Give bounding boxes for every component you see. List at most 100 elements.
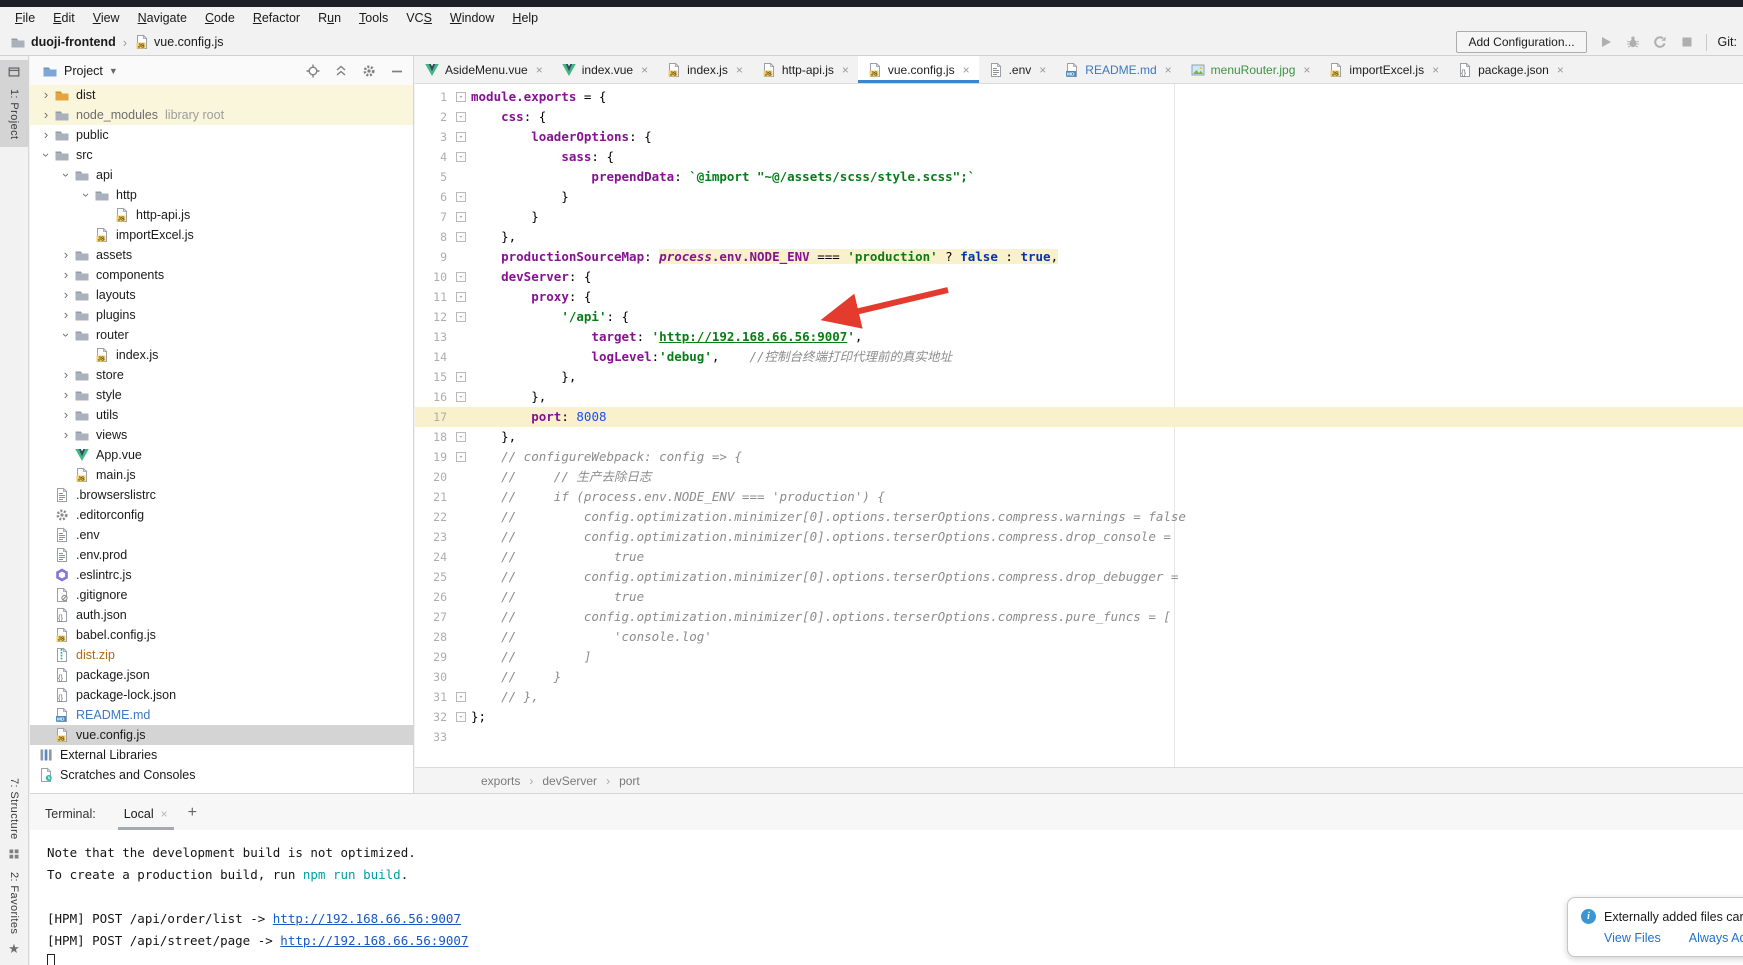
fold-gutter[interactable]: - <box>451 232 471 242</box>
fold-gutter[interactable]: - <box>451 392 471 402</box>
stripe-tab-favorites-label[interactable]: 2: Favorites <box>8 872 20 934</box>
structure-tool-icon[interactable] <box>8 847 20 865</box>
editor-tab-http-api-js[interactable]: JShttp-api.js× <box>752 56 858 83</box>
fold-gutter[interactable]: - <box>451 712 471 722</box>
favorites-star-icon[interactable]: ★ <box>8 941 20 957</box>
stop-icon[interactable] <box>1679 34 1695 50</box>
tree-item-layouts[interactable]: ›layouts <box>30 285 413 305</box>
fold-gutter[interactable]: - <box>451 192 471 202</box>
tree-item-views[interactable]: ›views <box>30 425 413 445</box>
tree-item-babel-config-js[interactable]: JSbabel.config.js <box>30 625 413 645</box>
tree-chevron-icon[interactable]: › <box>58 407 74 423</box>
terminal-output[interactable]: Note that the development build is not o… <box>30 830 1743 965</box>
fold-gutter[interactable]: - <box>451 692 471 702</box>
fold-marker[interactable]: - <box>456 152 466 162</box>
tree-chevron-icon[interactable]: › <box>58 247 74 263</box>
stripe-tab-structure-label[interactable]: 7: Structure <box>8 778 20 840</box>
tree-chevron-icon[interactable]: › <box>78 187 94 203</box>
menu-item-refactor[interactable]: Refactor <box>244 9 309 27</box>
fold-marker[interactable]: - <box>456 432 466 442</box>
tree-chevron-icon[interactable]: › <box>58 307 74 323</box>
breadcrumb-item-exports[interactable]: exports <box>481 774 520 788</box>
git-branch-widget[interactable]: Git: <box>1718 35 1739 49</box>
add-configuration-button[interactable]: Add Configuration... <box>1456 31 1586 53</box>
tree-item-importexcel-js[interactable]: JSimportExcel.js <box>30 225 413 245</box>
tree-chevron-icon[interactable]: › <box>58 167 74 183</box>
settings-gear-icon[interactable] <box>361 63 377 79</box>
close-icon[interactable]: × <box>536 63 543 77</box>
editor-tab-importexcel-js[interactable]: JSimportExcel.js× <box>1319 56 1448 83</box>
menu-item-view[interactable]: View <box>84 9 129 27</box>
menu-item-navigate[interactable]: Navigate <box>129 9 196 27</box>
tree-chevron-icon[interactable]: › <box>58 267 74 283</box>
fold-gutter[interactable]: - <box>451 212 471 222</box>
tree-chevron-icon[interactable]: › <box>58 427 74 443</box>
fold-gutter[interactable]: - <box>451 372 471 382</box>
close-icon[interactable]: × <box>161 807 168 821</box>
tree-item-src[interactable]: ›src <box>30 145 413 165</box>
fold-marker[interactable]: - <box>456 712 466 722</box>
fold-marker[interactable]: - <box>456 272 466 282</box>
menu-item-file[interactable]: File <box>6 9 44 27</box>
tree-item-components[interactable]: ›components <box>30 265 413 285</box>
terminal-tab-local[interactable]: Local × <box>118 807 174 830</box>
collapse-all-icon[interactable] <box>333 63 349 79</box>
tree-chevron-icon[interactable]: › <box>58 367 74 383</box>
fold-marker[interactable]: - <box>456 112 466 122</box>
tree-item-public[interactable]: ›public <box>30 125 413 145</box>
tree-item-vue-config-js[interactable]: JSvue.config.js <box>30 725 413 745</box>
tree-item-index-js[interactable]: JSindex.js <box>30 345 413 365</box>
tree-chevron-icon[interactable]: › <box>58 327 74 343</box>
tree-item-dist[interactable]: ›dist <box>30 85 413 105</box>
tree-item-eslintrc-js[interactable]: .eslintrc.js <box>30 565 413 585</box>
editor-tab-package-json[interactable]: {}package.json× <box>1448 56 1573 83</box>
tree-chevron-icon[interactable]: › <box>38 127 54 143</box>
tree-item-env-prod[interactable]: .env.prod <box>30 545 413 565</box>
editor-tab-readme-md[interactable]: MDREADME.md× <box>1055 56 1180 83</box>
tree-item-utils[interactable]: ›utils <box>30 405 413 425</box>
tree-chevron-icon[interactable]: › <box>58 287 74 303</box>
fold-marker[interactable]: - <box>456 312 466 322</box>
close-icon[interactable]: × <box>963 63 970 77</box>
tree-item-scratches-and-consoles[interactable]: Scratches and Consoles <box>30 765 413 785</box>
fold-gutter[interactable]: - <box>451 272 471 282</box>
fold-gutter[interactable]: - <box>451 292 471 302</box>
close-icon[interactable]: × <box>1165 63 1172 77</box>
fold-marker[interactable]: - <box>456 452 466 462</box>
fold-marker[interactable]: - <box>456 132 466 142</box>
breadcrumb-project[interactable]: duoji-frontend <box>31 35 116 49</box>
editor-tab-env[interactable]: .env× <box>979 56 1056 83</box>
fold-gutter[interactable]: - <box>451 112 471 122</box>
fold-gutter[interactable]: - <box>451 452 471 462</box>
tree-item-store[interactable]: ›store <box>30 365 413 385</box>
always-add-link[interactable]: Always Add <box>1689 931 1743 945</box>
tree-item-api[interactable]: ›api <box>30 165 413 185</box>
locate-file-icon[interactable] <box>305 63 321 79</box>
tree-item-assets[interactable]: ›assets <box>30 245 413 265</box>
tree-chevron-icon[interactable]: › <box>38 107 54 123</box>
close-icon[interactable]: × <box>736 63 743 77</box>
fold-gutter[interactable]: - <box>451 132 471 142</box>
fold-marker[interactable]: - <box>456 92 466 102</box>
tree-item-env[interactable]: .env <box>30 525 413 545</box>
fold-marker[interactable]: - <box>456 232 466 242</box>
tree-item-node-modules[interactable]: ›node_moduleslibrary root <box>30 105 413 125</box>
breadcrumb-item-devserver[interactable]: devServer <box>542 774 597 788</box>
stripe-tab-project[interactable]: 1: Project <box>0 60 29 147</box>
tree-chevron-icon[interactable]: › <box>38 87 54 103</box>
fold-marker[interactable]: - <box>456 212 466 222</box>
tree-item-http-api-js[interactable]: JShttp-api.js <box>30 205 413 225</box>
fold-marker[interactable]: - <box>456 192 466 202</box>
close-icon[interactable]: × <box>641 63 648 77</box>
hide-panel-icon[interactable] <box>389 63 405 79</box>
fold-marker[interactable]: - <box>456 392 466 402</box>
tree-item-style[interactable]: ›style <box>30 385 413 405</box>
tree-chevron-icon[interactable]: › <box>38 147 54 163</box>
close-icon[interactable]: × <box>842 63 849 77</box>
tree-item-router[interactable]: ›router <box>30 325 413 345</box>
fold-marker[interactable]: - <box>456 292 466 302</box>
new-terminal-session-icon[interactable]: + <box>174 804 209 830</box>
tree-item-http[interactable]: ›http <box>30 185 413 205</box>
run-icon[interactable] <box>1598 34 1614 50</box>
debug-icon[interactable] <box>1625 34 1641 50</box>
